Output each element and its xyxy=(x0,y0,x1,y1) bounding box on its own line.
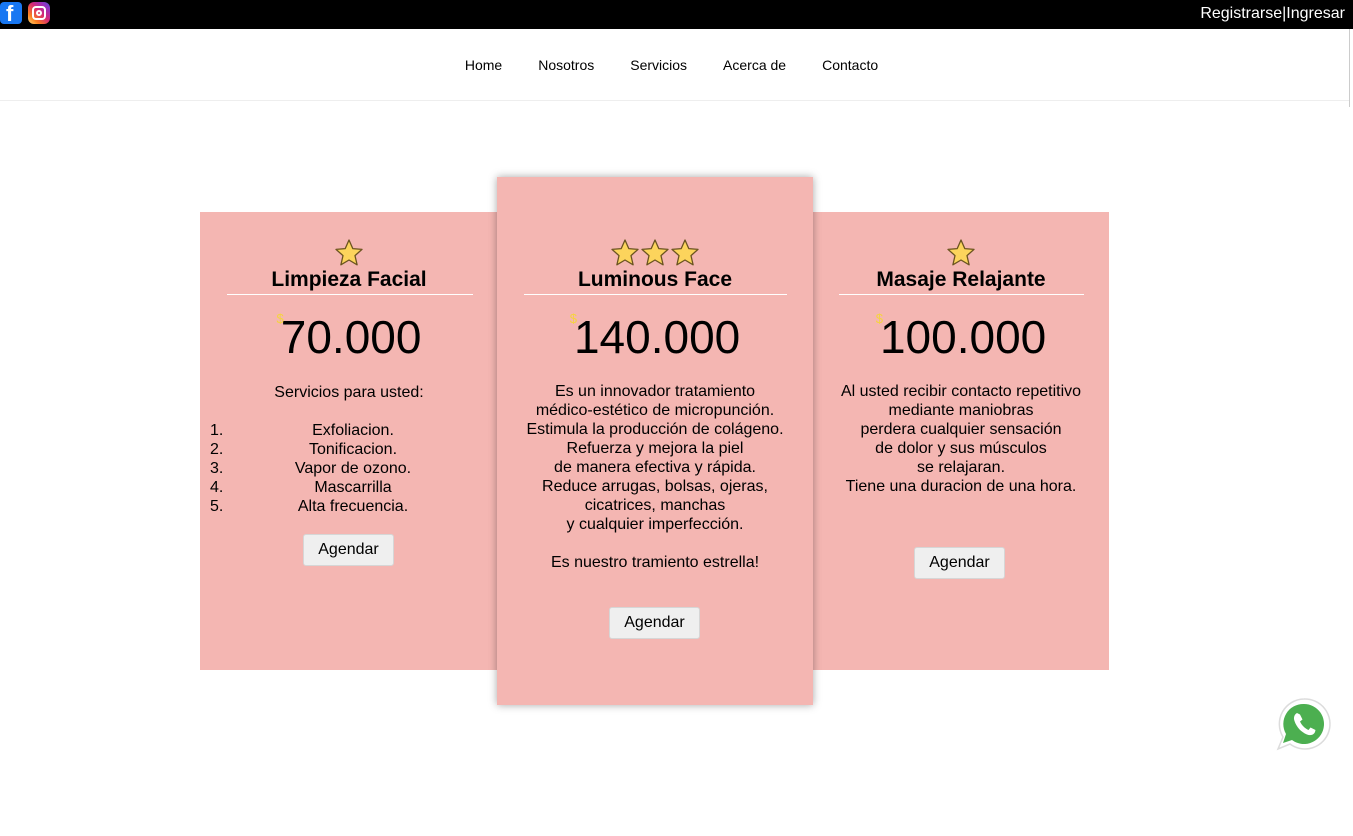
service-card-masaje-relajante: Masaje Relajante $100.000 Al usted recib… xyxy=(813,212,1109,670)
nav-item-home[interactable]: Home xyxy=(465,57,502,73)
list-number: 3. xyxy=(210,460,224,477)
nav-item-nosotros[interactable]: Nosotros xyxy=(538,57,594,73)
list-text: Vapor de ozono. xyxy=(294,460,412,477)
price-value: 70.000 xyxy=(280,311,422,363)
description-line: Refuerza y mejora la piel xyxy=(566,440,744,457)
description-line: Reduce arrugas, bolsas, ojeras, xyxy=(542,478,768,495)
description-line: de manera efectiva y rápida. xyxy=(554,459,756,476)
description-line: de dolor y sus músculos xyxy=(875,440,1047,457)
auth-links: Registrarse|Ingresar xyxy=(1200,5,1345,23)
price: $70.000 xyxy=(200,310,498,364)
card-title: Limpieza Facial xyxy=(271,268,427,291)
list-number: 5. xyxy=(210,498,224,515)
agendar-button[interactable]: Agendar xyxy=(609,607,700,639)
description-line: se relajaran. xyxy=(916,459,1006,476)
scrollbar[interactable] xyxy=(1349,29,1353,107)
list-text: Mascarrilla xyxy=(314,479,392,496)
list-item: 5. Alta frecuencia. xyxy=(210,497,496,516)
list-item: 1. Exfoliacion. xyxy=(210,421,496,440)
agendar-button[interactable]: Agendar xyxy=(914,547,1005,579)
description-line: mediante maniobras xyxy=(888,402,1034,419)
currency-symbol: $ xyxy=(276,311,284,326)
list-text: Alta frecuencia. xyxy=(297,498,409,515)
divider xyxy=(227,294,473,295)
card-description: Es un innovador tratamiento médico-estét… xyxy=(497,382,813,572)
nav-item-servicios[interactable]: Servicios xyxy=(630,57,687,73)
description-line: Es nuestro tramiento estrella! xyxy=(550,554,760,571)
list-item: 3. Vapor de ozono. xyxy=(210,459,496,478)
nav-item-contacto[interactable]: Contacto xyxy=(822,57,878,73)
description-line: Estimula la producción de colágeno. xyxy=(526,421,784,438)
divider xyxy=(839,294,1084,295)
price: $100.000 xyxy=(813,310,1109,364)
login-link[interactable]: Ingresar xyxy=(1286,5,1345,22)
card-title: Luminous Face xyxy=(577,268,733,291)
price: $140.000 xyxy=(497,310,813,364)
description-line: Es un innovador tratamiento xyxy=(554,383,756,400)
list-item: 4. Mascarrilla xyxy=(210,478,496,497)
description-line: Tiene una duracion de una hora. xyxy=(845,478,1077,495)
description-line: médico-estético de micropunción. xyxy=(535,402,775,419)
description-line: y cualquier imperfección. xyxy=(566,516,744,533)
top-bar: f Registrarse|Ingresar xyxy=(0,0,1353,29)
list-text: Exfoliacion. xyxy=(312,422,394,439)
list-item: 2. Tonificacion. xyxy=(210,440,496,459)
service-card-limpieza-facial: Limpieza Facial $70.000 Servicios para u… xyxy=(200,212,498,670)
currency-symbol: $ xyxy=(875,311,883,326)
main-nav: Home Nosotros Servicios Acerca de Contac… xyxy=(0,29,1349,101)
register-link[interactable]: Registrarse xyxy=(1200,5,1282,22)
services-list: 1. Exfoliacion. 2. Tonificacion. 3. Vapor d… xyxy=(210,421,496,516)
description-line: Al usted recibir contacto repetitivo xyxy=(840,383,1082,400)
agendar-button[interactable]: Agendar xyxy=(303,534,394,566)
price-value: 100.000 xyxy=(879,311,1047,363)
service-card-luminous-face: Luminous Face $140.000 Es un innovador t… xyxy=(497,177,813,705)
nav-item-acerca-de[interactable]: Acerca de xyxy=(723,57,786,73)
card-title: Masaje Relajante xyxy=(876,268,1046,291)
list-number: 2. xyxy=(210,441,224,458)
card-description: Al usted recibir contacto repetitivo med… xyxy=(813,382,1109,496)
currency-symbol: $ xyxy=(569,311,577,326)
description-line: perdera cualquier sensación xyxy=(860,421,1062,438)
social-links: f xyxy=(0,1,50,26)
list-number: 4. xyxy=(210,479,224,496)
divider xyxy=(524,294,787,295)
description-line: cicatrices, manchas xyxy=(584,497,726,514)
instagram-icon[interactable] xyxy=(28,2,50,24)
list-text: Tonificacion. xyxy=(308,441,398,458)
facebook-icon[interactable]: f xyxy=(0,1,22,26)
card-intro: Servicios para usted: xyxy=(274,384,424,401)
price-value: 140.000 xyxy=(573,311,741,363)
whatsapp-icon[interactable] xyxy=(1276,696,1332,752)
list-number: 1. xyxy=(210,422,224,439)
